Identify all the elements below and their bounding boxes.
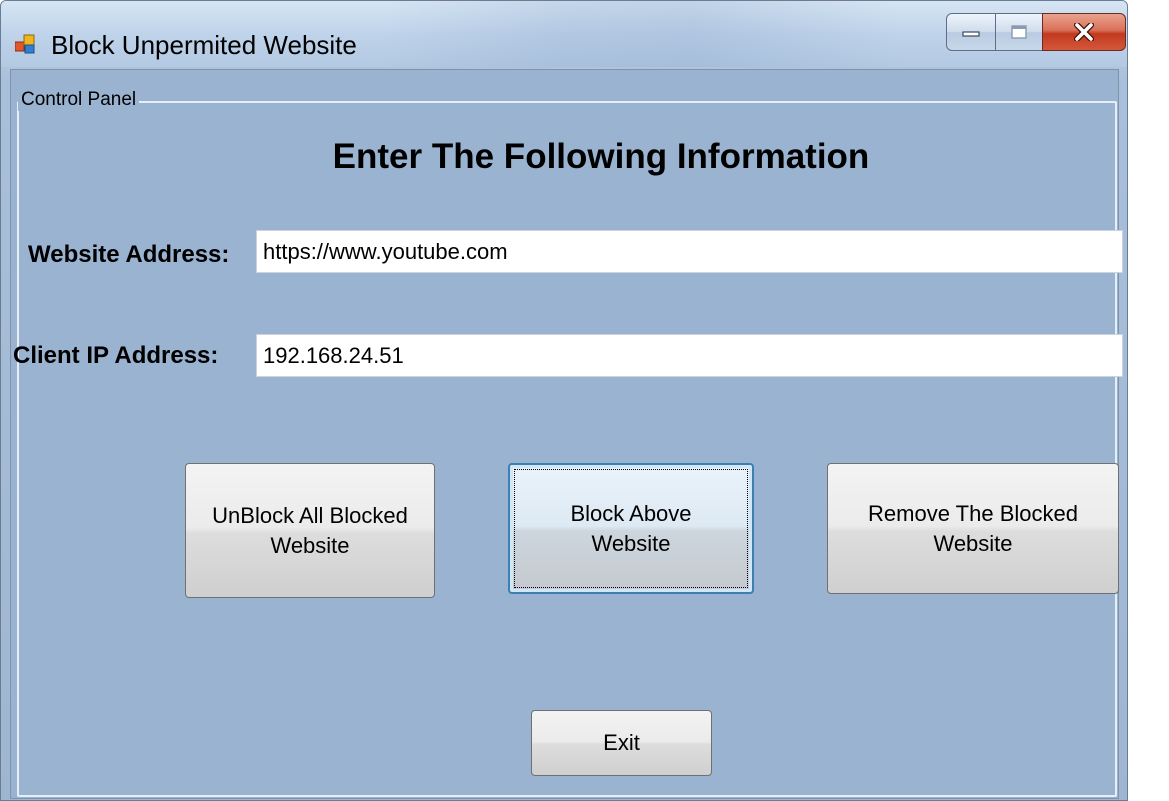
website-address-label: Website Address: bbox=[28, 241, 230, 268]
remove-blocked-button-label-line-2: Website bbox=[933, 530, 1013, 556]
block-website-button-label-line-2: Website bbox=[591, 530, 671, 556]
title-bar[interactable]: Block Unpermited Website bbox=[1, 1, 1127, 67]
exit-button-label: Exit bbox=[603, 730, 640, 756]
unblock-all-button-label-line-2: Website bbox=[270, 532, 350, 558]
website-address-input[interactable] bbox=[256, 230, 1123, 273]
minimize-icon bbox=[962, 31, 980, 37]
control-panel-groupbox bbox=[17, 101, 1117, 797]
minimize-button[interactable] bbox=[946, 13, 996, 51]
block-website-button[interactable]: Block Above Website bbox=[508, 463, 754, 594]
app-window-icon bbox=[15, 34, 35, 54]
unblock-all-button[interactable]: UnBlock All Blocked Website bbox=[185, 463, 435, 598]
title-bar-background-shine bbox=[381, 1, 901, 67]
close-icon bbox=[1074, 23, 1094, 41]
remove-blocked-button-label: Remove The Blocked Website bbox=[868, 499, 1078, 558]
remove-blocked-button[interactable]: Remove The Blocked Website bbox=[827, 463, 1119, 594]
close-button[interactable] bbox=[1042, 13, 1126, 51]
unblock-all-button-label-line-1: UnBlock All Blocked bbox=[212, 502, 408, 528]
remove-blocked-button-label-line-1: Remove The Blocked bbox=[868, 500, 1078, 526]
client-ip-address-input[interactable] bbox=[256, 334, 1123, 377]
window-title: Block Unpermited Website bbox=[51, 30, 357, 60]
app-window: Block Unpermited Website Control Panel E… bbox=[0, 0, 1128, 801]
control-panel-label: Control Panel bbox=[18, 89, 140, 111]
block-website-button-label-line-1: Block Above bbox=[570, 500, 692, 526]
block-website-button-label: Block Above Website bbox=[570, 499, 691, 558]
exit-button[interactable]: Exit bbox=[531, 710, 712, 776]
form-heading: Enter The Following Information bbox=[332, 137, 870, 176]
maximize-icon bbox=[1011, 25, 1027, 39]
unblock-all-button-label: UnBlock All Blocked Website bbox=[212, 501, 408, 560]
maximize-button[interactable] bbox=[995, 13, 1043, 51]
client-ip-address-label: Client IP Address: bbox=[13, 342, 219, 369]
